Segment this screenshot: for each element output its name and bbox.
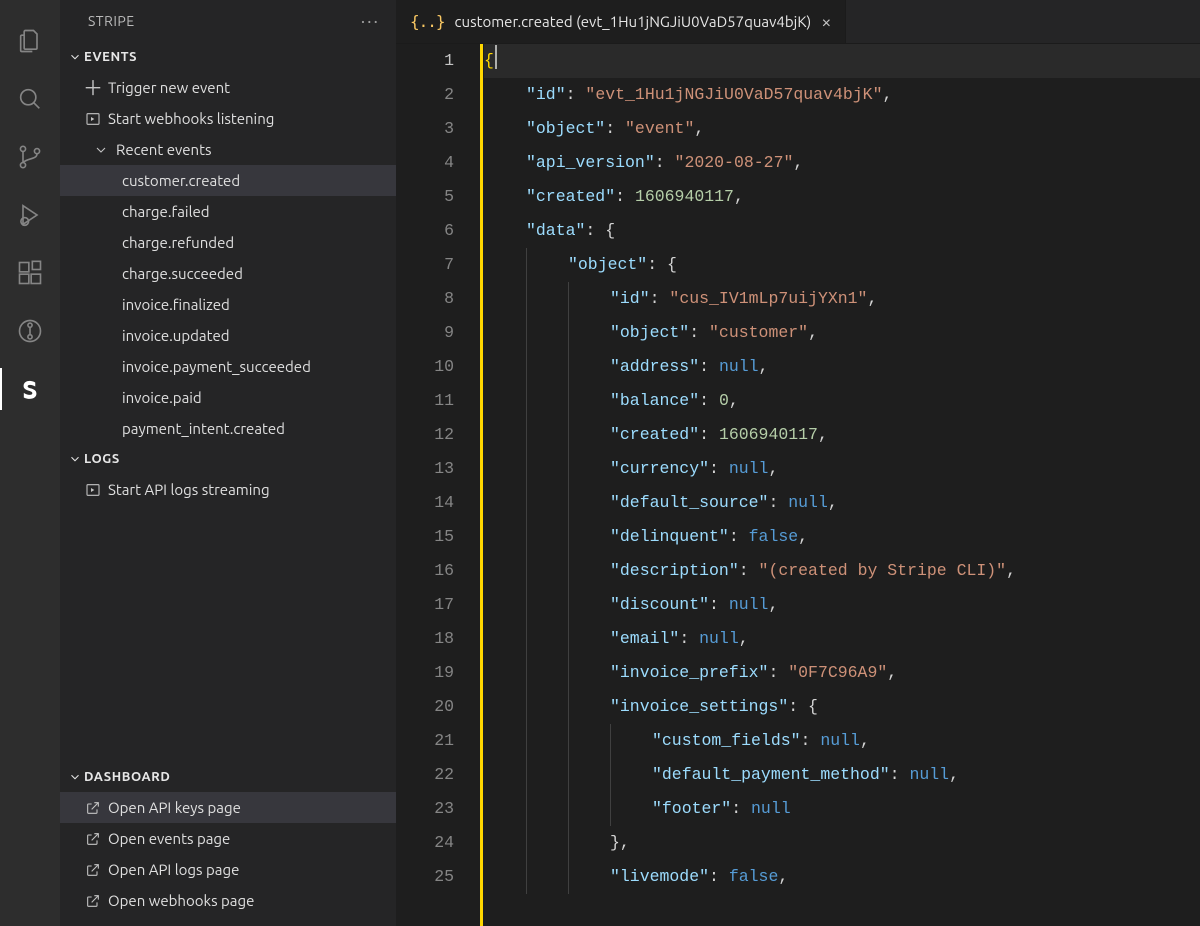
- tab-title: customer.created (evt_1Hu1jNGJiU0VaD57qu…: [455, 13, 812, 30]
- recent-events-header[interactable]: Recent events: [60, 134, 396, 165]
- code-area[interactable]: 1234567891011121314151617181920212223242…: [396, 44, 1200, 926]
- recent-event-item[interactable]: invoice.payment_succeeded: [60, 351, 396, 382]
- terminal-run-icon: [82, 482, 104, 498]
- line-number-gutter: 1234567891011121314151617181920212223242…: [396, 44, 480, 926]
- branch-icon: [16, 143, 44, 171]
- activity-run-debug[interactable]: [0, 186, 60, 244]
- recent-event-label: payment_intent.created: [122, 420, 285, 437]
- activity-extensions[interactable]: [0, 244, 60, 302]
- chevron-down-icon: [66, 50, 84, 64]
- activity-explorer[interactable]: [0, 12, 60, 70]
- trigger-new-event[interactable]: ＋ Trigger new event: [60, 72, 396, 103]
- chevron-down-icon: [66, 452, 84, 466]
- dashboard-item[interactable]: Open API logs page: [60, 854, 396, 885]
- recent-event-item[interactable]: charge.failed: [60, 196, 396, 227]
- recent-event-item[interactable]: customer.created: [60, 165, 396, 196]
- trigger-new-event-label: Trigger new event: [108, 79, 230, 96]
- code-content[interactable]: {"id": "evt_1Hu1jNGJiU0VaD57quav4bjK","o…: [480, 44, 1200, 926]
- files-icon: [16, 27, 44, 55]
- recent-event-label: invoice.updated: [122, 327, 230, 344]
- dashboard-item[interactable]: Open events page: [60, 823, 396, 854]
- stripe-icon: [16, 375, 44, 403]
- close-icon[interactable]: ×: [821, 13, 831, 31]
- dashboard-item[interactable]: Open API keys page: [60, 792, 396, 823]
- dashboard-item-label: Open API logs page: [108, 861, 239, 878]
- recent-event-label: invoice.paid: [122, 389, 202, 406]
- start-api-logs-label: Start API logs streaming: [108, 481, 270, 498]
- section-events-body: ＋ Trigger new event Start webhooks liste…: [60, 72, 396, 444]
- recent-event-label: charge.succeeded: [122, 265, 243, 282]
- section-logs-label: LOGS: [84, 452, 120, 466]
- external-link-icon: [82, 800, 104, 816]
- activity-git-graph[interactable]: [0, 302, 60, 360]
- recent-event-label: invoice.payment_succeeded: [122, 358, 311, 375]
- json-file-icon: {..}: [410, 12, 445, 31]
- recent-event-item[interactable]: charge.succeeded: [60, 258, 396, 289]
- recent-event-item[interactable]: invoice.updated: [60, 320, 396, 351]
- recent-event-item[interactable]: charge.refunded: [60, 227, 396, 258]
- start-api-logs-streaming[interactable]: Start API logs streaming: [60, 474, 396, 505]
- section-dashboard-header[interactable]: DASHBOARD: [60, 762, 396, 792]
- recent-event-label: invoice.finalized: [122, 296, 230, 313]
- section-dashboard-label: DASHBOARD: [84, 770, 171, 784]
- dashboard-item-label: Open API keys page: [108, 799, 241, 816]
- activity-stripe[interactable]: [0, 360, 60, 418]
- debug-icon: [16, 201, 44, 229]
- tab-active[interactable]: {..} customer.created (evt_1Hu1jNGJiU0Va…: [396, 0, 846, 43]
- sidebar: STRIPE ··· EVENTS ＋ Trigger new event St…: [60, 0, 396, 926]
- section-events-label: EVENTS: [84, 50, 137, 64]
- recent-events-label: Recent events: [116, 141, 212, 158]
- section-events-header[interactable]: EVENTS: [60, 42, 396, 72]
- section-logs-header[interactable]: LOGS: [60, 444, 396, 474]
- recent-event-item[interactable]: invoice.finalized: [60, 289, 396, 320]
- recent-event-item[interactable]: payment_intent.created: [60, 413, 396, 444]
- app-root: STRIPE ··· EVENTS ＋ Trigger new event St…: [0, 0, 1200, 926]
- sidebar-more-button[interactable]: ···: [361, 11, 380, 31]
- sidebar-title: STRIPE: [88, 13, 135, 29]
- external-link-icon: [82, 893, 104, 909]
- activity-bar: [0, 0, 60, 926]
- tab-bar: {..} customer.created (evt_1Hu1jNGJiU0Va…: [396, 0, 1200, 44]
- search-icon: [16, 85, 44, 113]
- sidebar-title-row: STRIPE ···: [60, 0, 396, 42]
- git-graph-icon: [16, 317, 44, 345]
- chevron-down-icon: [66, 770, 84, 784]
- dashboard-item-label: Open webhooks page: [108, 892, 254, 909]
- recent-event-item[interactable]: invoice.paid: [60, 382, 396, 413]
- section-dashboard-body: Open API keys page Open events page Open A…: [60, 792, 396, 926]
- recent-event-label: charge.refunded: [122, 234, 234, 251]
- plus-icon: ＋: [82, 78, 104, 98]
- extensions-icon: [16, 259, 44, 287]
- recent-events-list: customer.created charge.failed charge.refu…: [60, 165, 396, 444]
- external-link-icon: [82, 862, 104, 878]
- dashboard-item-label: Open events page: [108, 830, 230, 847]
- terminal-run-icon: [82, 111, 104, 127]
- editor: {..} customer.created (evt_1Hu1jNGJiU0Va…: [396, 0, 1200, 926]
- dashboard-item[interactable]: Open webhooks page: [60, 885, 396, 916]
- recent-event-label: customer.created: [122, 172, 240, 189]
- start-webhooks-label: Start webhooks listening: [108, 110, 274, 127]
- activity-search[interactable]: [0, 70, 60, 128]
- recent-event-label: charge.failed: [122, 203, 210, 220]
- external-link-icon: [82, 831, 104, 847]
- section-logs-body: Start API logs streaming: [60, 474, 396, 505]
- activity-source-control[interactable]: [0, 128, 60, 186]
- chevron-down-icon: [90, 142, 112, 158]
- start-webhooks-listening[interactable]: Start webhooks listening: [60, 103, 396, 134]
